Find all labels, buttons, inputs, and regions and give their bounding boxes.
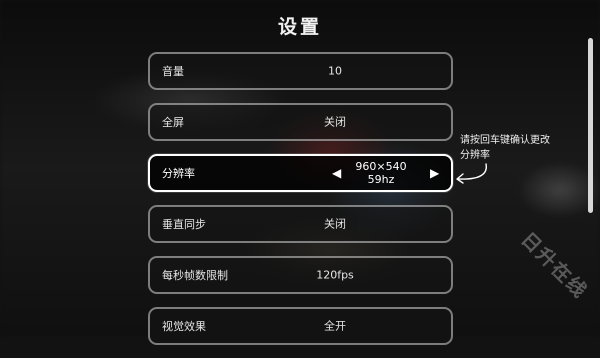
setting-label: 分辨率 — [162, 167, 195, 180]
setting-vsync[interactable]: 垂直同步 关闭 — [148, 205, 453, 243]
setting-visual-effects[interactable]: 视觉效果 全开 — [148, 307, 453, 345]
settings-list: 音量 10 全屏 关闭 分辨率 ◀ 960×540 59hz ▶ 垂直同步 关闭… — [148, 52, 453, 358]
setting-label: 视觉效果 — [162, 320, 206, 333]
setting-value: 960×540 59hz — [355, 160, 406, 186]
hand-drawn-arrow-icon — [456, 163, 487, 184]
arrow-right-icon[interactable]: ▶ — [430, 166, 439, 180]
setting-resolution[interactable]: 分辨率 ◀ 960×540 59hz ▶ — [148, 154, 453, 192]
setting-label: 音量 — [162, 65, 184, 78]
hint-line-1: 请按回车键确认更改 — [460, 135, 550, 146]
hint-line-2: 分辨率 — [460, 150, 490, 161]
setting-value: 关闭 — [324, 217, 346, 231]
arrow-left-icon[interactable]: ◀ — [332, 166, 341, 180]
setting-fps-limit[interactable]: 每秒帧数限制 120fps — [148, 256, 453, 294]
setting-label: 全屏 — [162, 116, 184, 129]
setting-label: 每秒帧数限制 — [162, 269, 228, 282]
refresh-rate: 59hz — [367, 173, 395, 186]
setting-value: 全开 — [324, 319, 346, 333]
resolution-size: 960×540 — [355, 160, 407, 173]
setting-fullscreen[interactable]: 全屏 关闭 — [148, 103, 453, 141]
setting-value: 120fps — [316, 268, 354, 282]
scrollbar[interactable] — [588, 38, 593, 213]
setting-value: 关闭 — [324, 115, 346, 129]
setting-label: 垂直同步 — [162, 218, 206, 231]
page-title: 设置 — [277, 16, 322, 38]
annotation-hint: 请按回车键确认更改 分辨率 — [460, 133, 590, 163]
setting-value: 10 — [328, 64, 342, 78]
setting-volume[interactable]: 音量 10 — [148, 52, 453, 90]
